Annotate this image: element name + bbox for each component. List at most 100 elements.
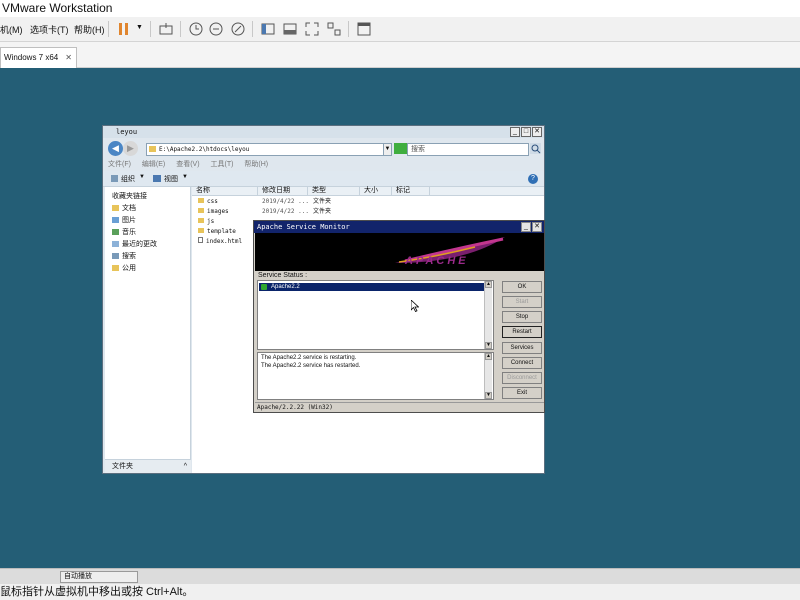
- vmware-tab-strip: Windows 7 x64 ✕: [0, 42, 800, 68]
- asm-version-footer: Apache/2.2.22 (Win32): [255, 402, 544, 412]
- log-line: The Apache2.2 service has restarted.: [261, 363, 361, 369]
- tab-label: Windows 7 x64: [4, 53, 59, 62]
- nav-item-documents[interactable]: 文档: [105, 203, 190, 215]
- apache-logo-text: APACHE: [405, 255, 469, 267]
- guest-taskbar: 自动播放: [0, 568, 800, 584]
- column-tags[interactable]: 标记: [394, 187, 430, 196]
- scroll-down-arrow[interactable]: ▼: [485, 392, 492, 399]
- view-button[interactable]: 视图: [164, 174, 178, 184]
- html-file-icon: [198, 237, 203, 243]
- send-keys-icon[interactable]: [158, 21, 174, 37]
- list-item[interactable]: css 2019/4/22 ... 文件夹: [192, 197, 544, 207]
- scroll-down-arrow[interactable]: ▼: [485, 342, 492, 349]
- minimize-button[interactable]: _: [510, 127, 520, 137]
- column-type[interactable]: 类型: [310, 187, 360, 196]
- menu-item-help[interactable]: 帮助(H): [244, 161, 268, 168]
- menu-item-tabs[interactable]: 选项卡(T): [30, 23, 69, 36]
- log-line: The Apache2.2 service is restarting.: [261, 355, 357, 361]
- explorer-title: leyou: [103, 126, 544, 138]
- toolbar-separator: [252, 21, 253, 37]
- nav-item-pictures[interactable]: 图片: [105, 215, 190, 227]
- stop-button[interactable]: Stop: [502, 311, 542, 323]
- column-size[interactable]: 大小: [362, 187, 392, 196]
- music-icon: [112, 229, 119, 235]
- ok-button[interactable]: OK: [502, 281, 542, 293]
- status-log: The Apache2.2 service is restarting. The…: [257, 352, 494, 400]
- connect-button[interactable]: Connect: [502, 357, 542, 369]
- scrollbar[interactable]: ▲ ▼: [484, 281, 492, 349]
- menu-item-edit[interactable]: 编辑(E): [142, 161, 165, 168]
- services-button[interactable]: Services: [502, 342, 542, 354]
- close-button[interactable]: ✕: [532, 222, 542, 232]
- taskbar-button-autoplay[interactable]: 自动播放: [60, 571, 138, 583]
- navigation-pane: 收藏夹链接 文档 图片 音乐 最近的更改 搜索 公用 文件夹 ^: [105, 187, 191, 473]
- mouse-cursor-icon: [411, 300, 419, 312]
- column-name[interactable]: 名称: [194, 187, 258, 196]
- service-list[interactable]: Apache2.2 ▲ ▼: [257, 280, 494, 350]
- minimize-button[interactable]: _: [521, 222, 531, 232]
- maximize-button[interactable]: □: [521, 127, 531, 137]
- folder-icon: [149, 146, 156, 152]
- address-dropdown-button[interactable]: ▼: [383, 143, 392, 156]
- console-view-icon[interactable]: [356, 21, 372, 37]
- snapshot-manager-icon[interactable]: [230, 21, 246, 37]
- close-button[interactable]: ✕: [532, 127, 542, 137]
- column-headers: 名称 修改日期 类型 大小 标记: [192, 187, 544, 196]
- fullscreen-icon[interactable]: [304, 21, 320, 37]
- start-button[interactable]: Start: [502, 296, 542, 308]
- chevron-down-icon[interactable]: ▼: [139, 174, 145, 180]
- address-bar[interactable]: E:\Apache2.2\htdocs\leyou: [146, 143, 391, 156]
- search-icon[interactable]: [530, 143, 541, 154]
- pause-icon[interactable]: [116, 21, 132, 37]
- menu-item-view[interactable]: 查看(V): [176, 161, 199, 168]
- back-button[interactable]: ◀: [108, 141, 123, 156]
- vmware-status-bar: 鼠标指针从虚拟机中移出或按 Ctrl+Alt。: [0, 584, 800, 600]
- list-item[interactable]: images 2019/4/22 ... 文件夹: [192, 207, 544, 217]
- folder-icon: [198, 228, 204, 233]
- revert-snapshot-icon[interactable]: [208, 21, 224, 37]
- folder-icon: [198, 198, 204, 203]
- snapshot-icon[interactable]: [188, 21, 204, 37]
- forward-button[interactable]: ▶: [123, 141, 138, 156]
- menu-item-tools[interactable]: 工具(T): [211, 161, 234, 168]
- scroll-up-arrow[interactable]: ▲: [485, 353, 492, 360]
- restart-button[interactable]: Restart: [502, 326, 542, 338]
- search-input[interactable]: 搜索: [407, 143, 529, 156]
- refresh-button[interactable]: [394, 143, 407, 154]
- nav-item-recent[interactable]: 最近的更改: [105, 239, 190, 251]
- menu-item-machine[interactable]: 机(M): [0, 23, 23, 36]
- nav-item-music[interactable]: 音乐: [105, 227, 190, 239]
- service-status-label: Service Status :: [258, 272, 308, 279]
- asm-title: Apache Service Monitor: [254, 221, 544, 233]
- exit-button[interactable]: Exit: [502, 387, 542, 399]
- organize-button[interactable]: 组织: [121, 174, 135, 184]
- close-icon[interactable]: ✕: [65, 53, 72, 62]
- disconnect-button[interactable]: Disconnect: [502, 372, 542, 384]
- menu-item-file[interactable]: 文件(F): [108, 161, 131, 168]
- recent-icon: [112, 241, 119, 247]
- unity-icon[interactable]: [326, 21, 342, 37]
- explorer-menubar: 文件(F) 编辑(E) 查看(V) 工具(T) 帮助(H): [105, 159, 542, 170]
- menu-item-help[interactable]: 帮助(H): [74, 23, 105, 36]
- vmware-title: VMware Workstation: [0, 0, 800, 17]
- column-date[interactable]: 修改日期: [260, 187, 308, 196]
- chevron-down-icon[interactable]: ▼: [136, 24, 143, 31]
- library-icon[interactable]: [260, 21, 276, 37]
- address-text: E:\Apache2.2\htdocs\leyou: [159, 146, 250, 153]
- folders-toggle[interactable]: 文件夹 ^: [105, 459, 191, 473]
- chevron-up-icon: ^: [183, 463, 187, 470]
- folder-icon: [198, 218, 204, 223]
- nav-item-search[interactable]: 搜索: [105, 251, 190, 263]
- folder-icon: [198, 208, 204, 213]
- apache-banner: APACHE: [255, 233, 544, 271]
- chevron-down-icon[interactable]: ▼: [182, 174, 188, 180]
- scrollbar[interactable]: ▲ ▼: [484, 353, 492, 399]
- help-icon[interactable]: ?: [528, 174, 538, 184]
- service-list-item[interactable]: Apache2.2: [259, 283, 485, 291]
- thumbnail-icon[interactable]: [282, 21, 298, 37]
- tab-windows-7-x64[interactable]: Windows 7 x64 ✕: [0, 47, 77, 68]
- nav-item-public[interactable]: 公用: [105, 263, 190, 275]
- vmware-toolbar: 机(M) 选项卡(T) 帮助(H) ▼: [0, 17, 800, 42]
- scroll-up-arrow[interactable]: ▲: [485, 281, 492, 288]
- toolbar-separator: [108, 21, 109, 37]
